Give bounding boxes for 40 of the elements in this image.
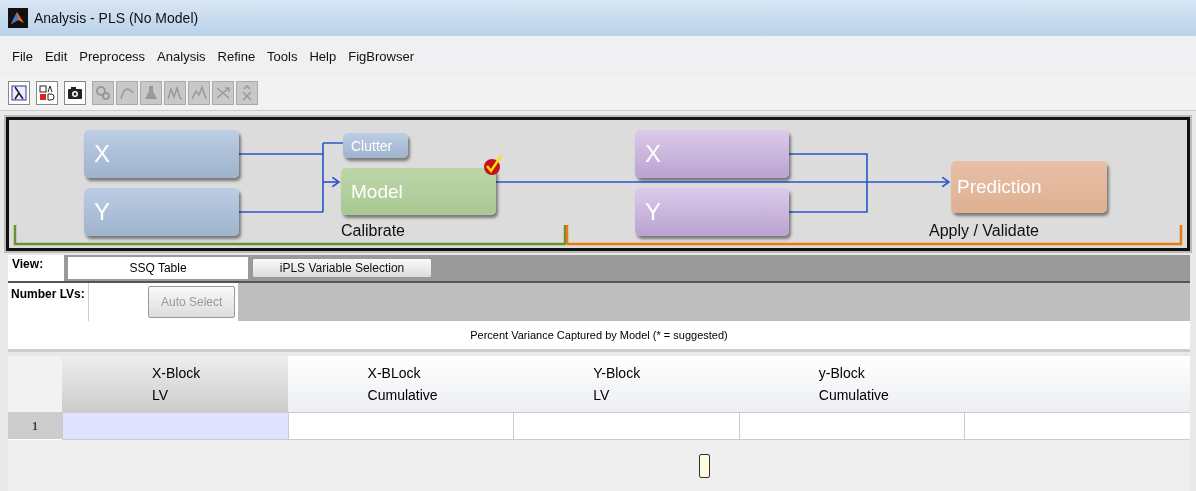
toolbar-button[interactable] [36, 81, 58, 105]
x-hat-icon [239, 85, 255, 101]
menu-item[interactable]: Analysis [151, 48, 212, 64]
gears-icon [95, 85, 111, 101]
menu-item[interactable]: File [6, 48, 39, 64]
menu-item[interactable]: Refine [211, 48, 262, 64]
view-label: View: [8, 255, 64, 281]
lambda-icon [11, 85, 27, 101]
row-header[interactable]: 1 [8, 412, 62, 439]
column-header[interactable]: X-Block LV [62, 356, 288, 412]
toolbar-button[interactable] [8, 81, 30, 105]
window-title: Analysis - PLS (No Model) [34, 10, 199, 26]
view-dropdown[interactable]: SSQ Table [68, 257, 248, 279]
ab-icon [39, 85, 55, 101]
table-cell[interactable] [62, 412, 288, 440]
app-logo-icon [8, 8, 28, 28]
menu-item[interactable]: Edit [38, 48, 74, 64]
menu-item[interactable]: Help [303, 48, 343, 64]
arrows-icon [215, 85, 231, 101]
phase-label: Calibrate [341, 222, 405, 240]
number-lvs-field[interactable] [88, 283, 145, 321]
phase-label: Apply / Validate [929, 222, 1039, 240]
corner-header [8, 356, 62, 412]
camera-icon [67, 85, 83, 101]
table-cell[interactable] [287, 412, 514, 440]
menu-item[interactable]: Preprocess [73, 48, 152, 64]
marker-icon [698, 454, 710, 478]
number-lvs-label: Number LVs: [8, 283, 88, 321]
table-cell[interactable] [738, 412, 965, 440]
peaks-icon [167, 85, 183, 101]
flask-icon [143, 85, 159, 101]
table-caption: Percent Variance Captured by Model (* = suggested) [470, 329, 728, 341]
ipls-button[interactable]: iPLS Variable Selection [252, 258, 432, 278]
curve-icon [119, 85, 135, 101]
table-cell[interactable] [513, 412, 739, 440]
menu-item[interactable]: Tools [261, 48, 304, 64]
table-cell[interactable] [964, 412, 1190, 440]
peaks-icon [191, 85, 207, 101]
toolbar-button[interactable] [64, 81, 86, 105]
menu-item[interactable]: FigBrowser [342, 48, 420, 64]
